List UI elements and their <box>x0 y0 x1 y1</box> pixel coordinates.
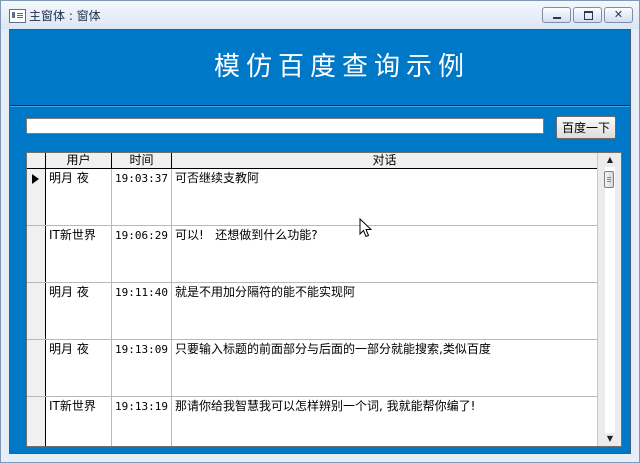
cell-message[interactable]: 可以! 还想做到什么功能? <box>172 226 597 282</box>
cell-user[interactable]: IT新世界 <box>46 226 112 282</box>
cell-time[interactable]: 19:11:40 <box>112 283 172 339</box>
table-row[interactable]: IT新世界 19:06:29 可以! 还想做到什么功能? <box>27 226 597 283</box>
table-row[interactable]: 明月 夜 19:13:09 只要输入标题的前面部分与后面的一部分就能搜索,类似百… <box>27 340 597 397</box>
cell-message[interactable]: 只要输入标题的前面部分与后面的一部分就能搜索,类似百度 <box>172 340 597 396</box>
vertical-scrollbar[interactable]: ▲ ▼ <box>597 153 621 446</box>
cell-message[interactable]: 就是不用加分隔符的能不能实现阿 <box>172 283 597 339</box>
table-row[interactable]: 明月 夜 19:11:40 就是不用加分隔符的能不能实现阿 <box>27 283 597 340</box>
scrollbar-track[interactable] <box>605 167 615 433</box>
cell-time[interactable]: 19:13:09 <box>112 340 172 396</box>
page-title: 模仿百度查询示例 <box>213 52 470 82</box>
window-title: 主窗体 : 窗体 <box>29 9 101 23</box>
cell-message[interactable]: 可否继续支教阿 <box>172 169 597 225</box>
minimize-button[interactable] <box>542 7 571 23</box>
window-controls <box>542 7 633 23</box>
cell-time[interactable]: 19:03:37 <box>112 169 172 225</box>
cell-user[interactable]: IT新世界 <box>46 397 112 446</box>
header-divider <box>10 105 630 107</box>
cell-time[interactable]: 19:06:29 <box>112 226 172 282</box>
column-header-user[interactable]: 用户 <box>46 153 112 168</box>
table-row[interactable]: 明月 夜 19:03:37 可否继续支教阿 <box>27 169 597 226</box>
conversation-grid: 用户 时间 对话 明月 夜 19:03:37 可否继续支教阿 IT新世界 19:… <box>26 152 622 447</box>
main-form-window: 主窗体 : 窗体 模仿百度查询示例 百度一下 用户 时间 对话 明月 夜 19:… <box>0 0 640 463</box>
cell-user[interactable]: 明月 夜 <box>46 283 112 339</box>
column-header-message[interactable]: 对话 <box>172 153 597 168</box>
mouse-pointer-icon <box>359 218 373 238</box>
search-button[interactable]: 百度一下 <box>556 116 616 139</box>
close-button[interactable] <box>604 7 633 23</box>
cell-time[interactable]: 19:13:19 <box>112 397 172 446</box>
cell-user[interactable]: 明月 夜 <box>46 340 112 396</box>
scrollbar-thumb[interactable] <box>604 171 614 188</box>
scroll-up-arrow-icon[interactable]: ▲ <box>598 153 621 167</box>
search-input[interactable] <box>26 118 544 134</box>
header-selector <box>27 153 46 168</box>
cell-message[interactable]: 那请你给我智慧我可以怎样辨别一个词, 我就能帮你编了! <box>172 397 597 446</box>
current-record-arrow-icon <box>32 174 39 184</box>
table-row[interactable]: IT新世界 19:13:19 那请你给我智慧我可以怎样辨别一个词, 我就能帮你编… <box>27 397 597 446</box>
form-body: 模仿百度查询示例 百度一下 用户 时间 对话 明月 夜 19:03:37 可否继… <box>9 29 631 454</box>
grid-header: 用户 时间 对话 <box>27 153 597 169</box>
window-titlebar[interactable]: 主窗体 : 窗体 <box>1 1 639 29</box>
cell-user[interactable]: 明月 夜 <box>46 169 112 225</box>
maximize-button[interactable] <box>573 7 602 23</box>
form-window-icon <box>9 9 26 23</box>
scroll-down-arrow-icon[interactable]: ▼ <box>598 432 621 446</box>
column-header-time[interactable]: 时间 <box>112 153 172 168</box>
